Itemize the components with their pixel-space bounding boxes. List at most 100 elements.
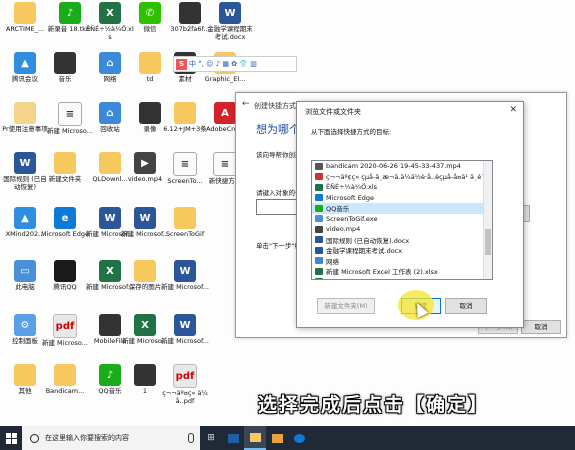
dark-icon (54, 52, 76, 74)
tree-item[interactable]: 新建 Microsoft Excel 工作表.xlsx (312, 277, 492, 279)
browse-dialog-subtitle: 从下面选择快捷方式的目标: (311, 128, 392, 136)
desktop-icon-label: 新建 Microsof... (161, 283, 209, 291)
music-icon: ♪ (99, 364, 121, 386)
scroll-thumb[interactable] (485, 229, 491, 255)
dark-icon (179, 2, 201, 24)
desktop-icon-label: 新建文件夹 (48, 175, 82, 183)
back-arrow-icon[interactable]: ← (242, 99, 250, 109)
folder-icon (99, 152, 121, 174)
tree-item[interactable]: 国际规则 (已自动恢复).docx (312, 235, 492, 246)
wizard-next-hint: 单击"下一步"继 (256, 242, 301, 250)
ime-tool-icons[interactable]: 中 °, ☺ ♪ ▦ ✿ 👕 ▥ (189, 59, 257, 69)
desktop-icon-music[interactable]: 音乐 (40, 50, 90, 94)
tree-scrollbar[interactable] (483, 161, 492, 279)
desktop-icon-label: Graphic_El... (204, 75, 246, 83)
close-icon[interactable]: ✕ (509, 105, 517, 115)
file-icon (315, 173, 323, 181)
desktop-icon-new-ms7[interactable]: W 新建 Microsof... (160, 312, 210, 356)
tree-item[interactable]: 金融学课程期末考试.docx (312, 245, 492, 256)
tree-item[interactable]: ç¬¬äº¢ç« çµå-ä¸æ¬ä.ä¼ä½è·å..èçµå-å¤ä¹ ä¸… (312, 172, 492, 183)
dark-icon (134, 364, 156, 386)
desktop-icon-label: Pr使用注意事项 (2, 125, 48, 133)
taskbar: 在这里输入你要搜索的内容 ⊞ (0, 426, 575, 450)
desktop-icon-label: ScreenToGif (165, 230, 205, 238)
tree-item-label: 国际规则 (已自动恢复).docx (326, 236, 410, 245)
tree-item[interactable]: video.mp4 (312, 224, 492, 235)
desktop-icon-new-folder[interactable]: 新建文件夹 (40, 150, 90, 194)
excel-icon: X (99, 2, 121, 24)
desktop-icon-edge[interactable]: e Microsoft Edge (40, 205, 90, 249)
tree-item[interactable]: ÊÑÉ÷½à¼Ö.xls (312, 182, 492, 193)
edge-icon[interactable] (288, 426, 310, 450)
desktop-icon-label: Microsoft Edge (40, 230, 89, 238)
tree-item[interactable]: Microsoft Edge (312, 193, 492, 204)
folder-icon (54, 364, 76, 386)
wizard-cancel-button[interactable]: 取消 (521, 320, 561, 334)
location-input[interactable] (256, 199, 298, 215)
folder-icon (139, 52, 161, 74)
start-button[interactable] (0, 426, 22, 450)
media-player-icon[interactable] (222, 426, 244, 450)
tree-item-label: Microsoft Edge (326, 193, 375, 202)
tree-item-label: 新建 Microsoft Excel 工作表 (2).xlsx (326, 268, 438, 277)
desktop-icon-label: 音乐 (58, 75, 72, 83)
word-icon: W (174, 260, 196, 282)
desktop-icon-label: Bandicam... (45, 387, 85, 395)
tree-item[interactable]: ScreenToGif.exe (312, 214, 492, 225)
desktop-icon-new-ms5[interactable]: W 新建 Microsof... (160, 258, 210, 302)
sogou-logo-icon[interactable]: S (176, 58, 187, 70)
desktop-icon-label: ARCTIME_... (5, 25, 45, 33)
task-view-icon[interactable]: ⊞ (200, 426, 222, 450)
desktop-icon-qq[interactable]: 腾讯QQ (40, 258, 90, 302)
pdf-icon: pdf (173, 364, 197, 388)
desktop-icon-label: 腾讯QQ (53, 283, 77, 291)
word-icon: W (134, 207, 156, 229)
file-icon (315, 246, 323, 254)
desktop-icon-label: ç¬¬äº¤ç« ä¼å..pdf (162, 389, 208, 405)
cortana-icon (30, 433, 39, 443)
desktop-icon-new-pdf[interactable]: pdf 新建 Microso... (40, 312, 90, 356)
tree-item-label: 网络 (326, 257, 339, 266)
browse-dialog-title: 浏览文件或文件夹 (305, 108, 361, 116)
file-icon (315, 267, 323, 275)
file-icon (315, 278, 323, 279)
windows-logo-icon (5, 432, 17, 444)
file-explorer-icon[interactable] (244, 426, 266, 450)
desktop-icon-garbled-pdf[interactable]: pdf ç¬¬äº¤ç« ä¼å..pdf (160, 362, 210, 406)
wizard-title: 创建快捷方式 (254, 102, 296, 110)
file-icon (315, 236, 323, 244)
new-folder-button[interactable]: 新建文件夹(M) (317, 298, 375, 314)
tree-item[interactable]: 网络 (312, 256, 492, 267)
blue-icon: ▲ (14, 52, 36, 74)
store-icon[interactable] (266, 426, 288, 450)
microphone-icon[interactable] (188, 433, 194, 443)
browse-cancel-button[interactable]: 取消 (445, 298, 487, 314)
folder-icon (14, 2, 36, 24)
desktop-icon-screentogif2[interactable]: ScreenToGif (160, 205, 210, 249)
desktop-icon-bandicam[interactable]: Bandicam... (40, 362, 90, 406)
wechat-icon: ✆ (139, 2, 161, 24)
wizard-location-label: 请键入对象的位 (256, 189, 302, 197)
dark-icon (99, 314, 121, 336)
search-placeholder: 在这里输入你要搜索的内容 (45, 434, 129, 442)
tree-item[interactable]: QQ音乐 (312, 203, 492, 214)
tree-item-label: ScreenToGif.exe (326, 214, 378, 223)
file-icon (315, 225, 323, 233)
tree-item[interactable]: bandicam 2020-06-26 19-45-33-437.mp4 (312, 161, 492, 172)
file-tree[interactable]: bandicam 2020-06-26 19-45-33-437.mp4 ç¬¬ä… (311, 160, 493, 280)
taskbar-search-box[interactable]: 在这里输入你要搜索的内容 (22, 426, 200, 450)
desktop-icon-label: 金融学课程期末考试.docx (207, 25, 253, 41)
word-icon: W (99, 207, 121, 229)
tree-item[interactable]: 新建 Microsoft Excel 工作表 (2).xlsx (312, 266, 492, 277)
wizard-intro-text: 该向导帮你创建 (256, 151, 302, 159)
desktop-icon-arctime[interactable]: ARCTIME_... (0, 0, 50, 44)
net-icon: ⌂ (99, 102, 121, 124)
file-icon (315, 257, 323, 265)
ime-toolbar[interactable]: S 中 °, ☺ ♪ ▦ ✿ 👕 ▥ (173, 56, 297, 72)
doc-icon: ≡ (173, 152, 197, 176)
desktop-icon-pr[interactable]: Pr使用注意事项 (0, 100, 50, 144)
tree-item-label: QQ音乐 (326, 205, 350, 214)
desktop-icon-docx-exam[interactable]: W 金融学课程期末考试.docx (205, 0, 255, 44)
file-icon (315, 162, 323, 170)
excel-icon: X (99, 260, 121, 282)
